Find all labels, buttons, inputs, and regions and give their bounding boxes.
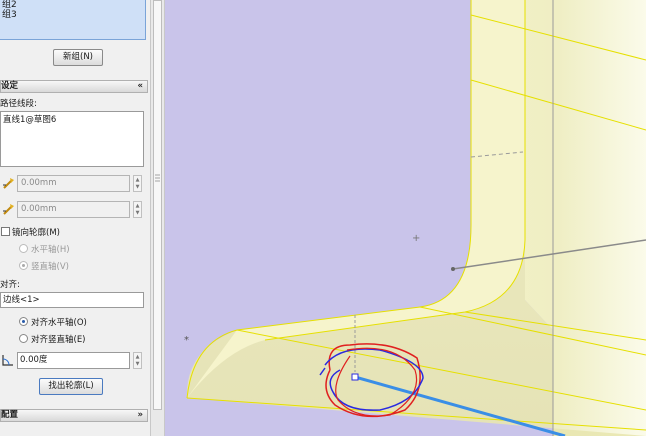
group-item-3[interactable]: 组3 bbox=[0, 10, 145, 20]
path-segment-label: 路径线段: bbox=[0, 99, 37, 109]
new-group-button[interactable]: 新组(N) bbox=[53, 49, 103, 66]
angle-input[interactable]: 0.00度 bbox=[17, 352, 130, 369]
offset-2-spinner[interactable]: ▲ ▼ bbox=[133, 201, 142, 218]
align-label: 对齐: bbox=[0, 280, 20, 290]
vertical-axis-label: 竖直轴(V) bbox=[31, 262, 69, 272]
path-segment-list[interactable]: 直线1@草图6 bbox=[0, 111, 144, 167]
origin-marker-icon: + bbox=[412, 233, 420, 244]
grip-icon bbox=[155, 174, 160, 182]
part-3d-view[interactable]: + * bbox=[165, 0, 646, 436]
spin-down-icon[interactable]: ▼ bbox=[134, 184, 141, 191]
asterisk-marker-icon: * bbox=[184, 335, 189, 346]
path-segment-item[interactable]: 直线1@草图6 bbox=[3, 113, 141, 125]
offset-1-spinner[interactable]: ▲ ▼ bbox=[133, 175, 142, 192]
offset-2-icon bbox=[2, 202, 16, 216]
horizontal-axis-label: 水平轴(H) bbox=[31, 245, 70, 255]
spin-up-icon[interactable]: ▲ bbox=[134, 177, 141, 184]
mirror-profile-checkbox[interactable] bbox=[1, 227, 10, 236]
align-horizontal-radio[interactable] bbox=[19, 317, 28, 326]
property-manager-panel: 组2 组3 新组(N) 设定 « 路径线段: 直线1@草图6 0.00mm ▲ … bbox=[0, 0, 150, 436]
selected-vertex[interactable] bbox=[351, 373, 359, 381]
angle-spinner[interactable]: ▲ ▼ bbox=[133, 352, 142, 369]
spin-up-icon[interactable]: ▲ bbox=[134, 203, 141, 210]
offset-1-input[interactable]: 0.00mm bbox=[17, 175, 130, 192]
horizontal-axis-radio[interactable] bbox=[19, 244, 28, 253]
offset-1-icon bbox=[2, 176, 16, 190]
spin-up-icon[interactable]: ▲ bbox=[134, 354, 141, 361]
align-vertical-radio[interactable] bbox=[19, 334, 28, 343]
find-profile-button[interactable]: 找出轮廓(L) bbox=[39, 378, 103, 395]
align-horizontal-label: 对齐水平轴(O) bbox=[31, 318, 87, 328]
align-edge-field[interactable]: 边线<1> bbox=[0, 292, 144, 308]
configuration-section-header[interactable]: 配置 » bbox=[0, 409, 148, 422]
scrollbar-thumb[interactable] bbox=[153, 0, 162, 410]
angle-icon bbox=[1, 353, 15, 367]
align-vertical-label: 对齐竖直轴(E) bbox=[31, 335, 86, 345]
expand-chevron-icon[interactable]: » bbox=[138, 410, 144, 421]
sketch-point[interactable] bbox=[451, 267, 455, 271]
graphics-viewport[interactable]: + * bbox=[165, 0, 646, 436]
offset-2-input[interactable]: 0.00mm bbox=[17, 201, 130, 218]
group-list[interactable]: 组2 组3 bbox=[0, 0, 146, 40]
panel-scrollbar[interactable] bbox=[150, 0, 165, 436]
settings-section-header[interactable]: 设定 « bbox=[0, 80, 148, 93]
collapse-chevron-icon[interactable]: « bbox=[138, 81, 144, 92]
spin-down-icon[interactable]: ▼ bbox=[134, 361, 141, 368]
mirror-profile-label: 镜向轮廓(M) bbox=[12, 228, 60, 238]
spin-down-icon[interactable]: ▼ bbox=[134, 210, 141, 217]
settings-section-title: 设定 bbox=[1, 81, 19, 91]
configuration-section-title: 配置 bbox=[1, 410, 19, 420]
vertical-axis-radio[interactable] bbox=[19, 261, 28, 270]
group-item-2[interactable]: 组2 bbox=[0, 0, 145, 10]
